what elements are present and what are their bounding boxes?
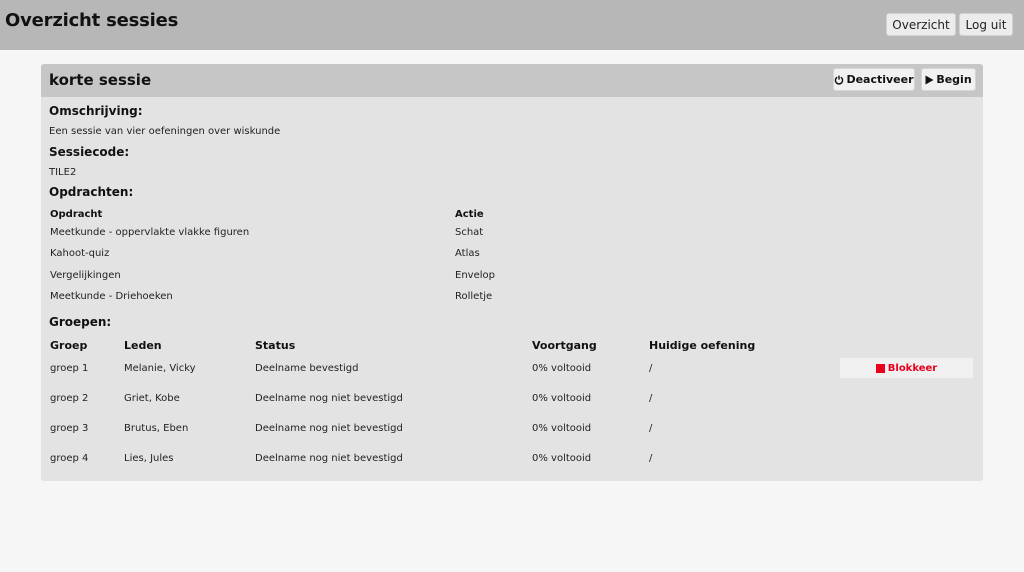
group-progress: 0% voltooid <box>532 393 592 404</box>
power-icon <box>834 75 844 85</box>
column-header-huidige-oefening: Huidige oefening <box>649 339 756 352</box>
logout-button[interactable]: Log uit <box>959 13 1013 36</box>
description-text: Een sessie van vier oefeningen over wisk… <box>49 126 281 137</box>
session-title: korte sessie <box>49 71 152 89</box>
deactivate-button[interactable]: Deactiveer <box>833 68 915 91</box>
column-header-voortgang: Voortgang <box>532 339 597 352</box>
group-status: Deelname bevestigd <box>255 363 359 374</box>
block-label: Blokkeer <box>887 362 938 374</box>
group-status: Deelname nog niet bevestigd <box>255 393 403 404</box>
top-bar: Overzicht sessies Overzicht Log uit <box>0 0 1024 50</box>
session-code: TILE2 <box>49 167 77 178</box>
group-progress: 0% voltooid <box>532 423 592 434</box>
assignment-name: Vergelijkingen <box>50 270 121 281</box>
begin-button[interactable]: Begin <box>921 68 976 91</box>
column-header-actie: Actie <box>455 209 484 220</box>
session-card-header: korte sessie Deactiveer Begin <box>41 64 983 97</box>
begin-label: Begin <box>936 73 972 86</box>
assignment-name: Meetkunde - oppervlakte vlakke figuren <box>50 227 250 238</box>
stop-square-icon <box>875 363 885 373</box>
assignments-heading: Opdrachten: <box>49 185 134 199</box>
deactivate-label: Deactiveer <box>846 73 914 86</box>
group-members: Lies, Jules <box>124 453 174 464</box>
group-progress: 0% voltooid <box>532 363 592 374</box>
group-current-exercise: / <box>649 453 653 464</box>
block-button[interactable]: Blokkeer <box>839 357 974 379</box>
group-name: groep 3 <box>50 423 89 434</box>
column-header-status: Status <box>255 339 296 352</box>
column-header-groep: Groep <box>50 339 88 352</box>
group-name: groep 4 <box>50 453 89 464</box>
group-status: Deelname nog niet bevestigd <box>255 423 403 434</box>
assignment-name: Kahoot-quiz <box>50 248 110 259</box>
group-status: Deelname nog niet bevestigd <box>255 453 403 464</box>
group-members: Brutus, Eben <box>124 423 189 434</box>
group-members: Griet, Kobe <box>124 393 180 404</box>
group-current-exercise: / <box>649 423 653 434</box>
play-icon <box>925 75 934 85</box>
group-current-exercise: / <box>649 363 653 374</box>
group-current-exercise: / <box>649 393 653 404</box>
overzicht-button[interactable]: Overzicht <box>886 13 956 36</box>
assignment-action: Rolletje <box>455 291 493 302</box>
column-header-leden: Leden <box>124 339 162 352</box>
group-name: groep 2 <box>50 393 89 404</box>
assignment-action: Schat <box>455 227 484 238</box>
code-heading: Sessiecode: <box>49 145 130 159</box>
description-heading: Omschrijving: <box>49 104 143 118</box>
page-title: Overzicht sessies <box>5 10 179 31</box>
assignment-action: Atlas <box>455 248 480 259</box>
group-members: Melanie, Vicky <box>124 363 196 374</box>
assignment-name: Meetkunde - Driehoeken <box>50 291 173 302</box>
groups-heading: Groepen: <box>49 315 112 329</box>
group-progress: 0% voltooid <box>532 453 592 464</box>
session-card: korte sessie Deactiveer Begin Omschrijvi… <box>41 64 983 481</box>
assignment-action: Envelop <box>455 270 495 281</box>
group-name: groep 1 <box>50 363 89 374</box>
column-header-opdracht: Opdracht <box>50 209 103 220</box>
